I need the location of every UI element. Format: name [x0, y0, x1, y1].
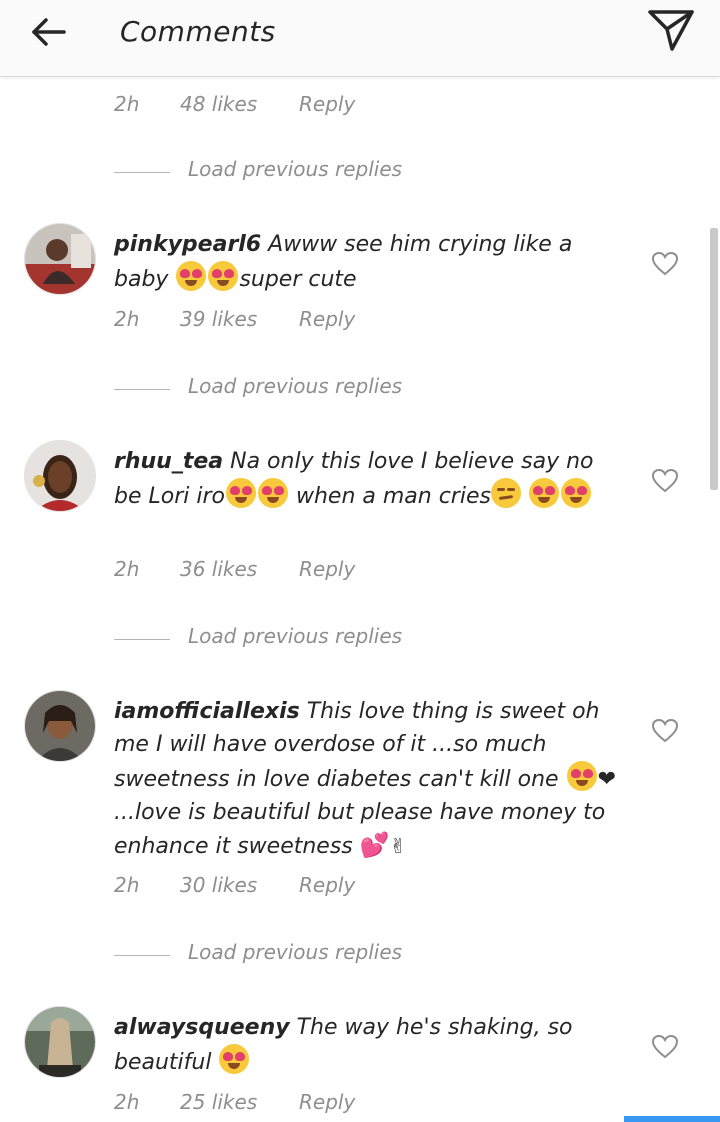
heart-eyes-emoji-icon	[257, 478, 288, 508]
comment-likes[interactable]: 36 likes	[180, 557, 257, 581]
comment-time: 2h	[114, 92, 140, 116]
comment-meta: 2h 25 likes Reply	[114, 1090, 414, 1120]
comment-likes[interactable]: 39 likes	[180, 307, 257, 331]
comment-likes[interactable]: 48 likes	[180, 92, 257, 116]
avatar[interactable]	[24, 1006, 96, 1078]
reply-button[interactable]: Reply	[299, 92, 355, 116]
heart-outline-icon	[651, 1034, 679, 1059]
comments-list: 2h 48 likes Reply Load previous replies …	[0, 77, 720, 1122]
comment-time: 2h	[114, 557, 140, 581]
reply-button[interactable]: Reply	[299, 873, 355, 897]
reply-button[interactable]: Reply	[299, 307, 355, 331]
avatar[interactable]	[24, 223, 96, 295]
heart-outline-icon	[651, 468, 679, 493]
heart-eyes-emoji-icon	[566, 761, 597, 791]
comment-meta: 2h 39 likes Reply	[114, 307, 414, 337]
load-previous-label: Load previous replies	[188, 624, 403, 648]
comment-username[interactable]: pinkypearl6	[114, 232, 261, 257]
heart-eyes-emoji-icon	[208, 261, 239, 291]
heart-outline-icon	[651, 251, 679, 276]
load-previous-replies[interactable]: Load previous replies	[114, 940, 434, 970]
comment-text: pinkypearl6 Awww see him crying like a b…	[114, 232, 573, 292]
load-previous-replies[interactable]: Load previous replies	[114, 374, 434, 404]
comment-meta: 2h 48 likes Reply	[114, 92, 414, 122]
back-button[interactable]	[26, 12, 72, 52]
bottom-accent-bar	[624, 1116, 720, 1122]
heart-eyes-emoji-icon	[560, 478, 591, 508]
top-bar: Comments	[0, 0, 720, 77]
heart-outline-icon	[651, 718, 679, 743]
scrollbar[interactable]	[710, 228, 718, 490]
comment-text: alwaysqueeny The way he's shaking, so be…	[114, 1015, 573, 1075]
comment-time: 2h	[114, 1090, 140, 1114]
load-previous-label: Load previous replies	[188, 940, 403, 964]
load-previous-replies[interactable]: Load previous replies	[114, 624, 434, 654]
like-button[interactable]	[651, 468, 679, 494]
heart-eyes-emoji-icon	[219, 1044, 250, 1074]
arrow-left-icon	[32, 18, 66, 46]
like-button[interactable]	[651, 718, 679, 744]
divider	[114, 389, 170, 390]
comment-time: 2h	[114, 873, 140, 897]
like-button[interactable]	[651, 1034, 679, 1060]
comment-likes[interactable]: 30 likes	[180, 873, 257, 897]
black-heart-icon: ❤	[597, 767, 617, 792]
unamused-emoji-icon	[490, 478, 521, 508]
comment-meta: 2h 36 likes Reply	[114, 557, 414, 587]
share-button[interactable]	[646, 7, 696, 53]
load-previous-label: Load previous replies	[188, 374, 403, 398]
comment-meta: 2h 30 likes Reply	[114, 873, 414, 903]
heart-eyes-emoji-icon	[176, 261, 207, 291]
comment-text: iamofficiallexis This love thing is swee…	[114, 695, 624, 863]
comment-username[interactable]: iamofficiallexis	[114, 699, 300, 724]
victory-hand-icon: ✌	[389, 834, 407, 858]
divider	[114, 639, 170, 640]
load-previous-label: Load previous replies	[188, 157, 403, 181]
like-button[interactable]	[651, 251, 679, 277]
reply-button[interactable]: Reply	[299, 1090, 355, 1114]
reply-button[interactable]: Reply	[299, 557, 355, 581]
comment-text: rhuu_tea Na only this love I believe say…	[114, 449, 594, 509]
load-previous-replies[interactable]: Load previous replies	[114, 157, 434, 187]
divider	[114, 955, 170, 956]
avatar[interactable]	[24, 440, 96, 512]
divider	[114, 172, 170, 173]
comment-username[interactable]: alwaysqueeny	[114, 1015, 290, 1040]
comment-username[interactable]: rhuu_tea	[114, 449, 223, 474]
comment-time: 2h	[114, 307, 140, 331]
avatar[interactable]	[24, 690, 96, 762]
page-title: Comments	[120, 15, 276, 48]
heart-eyes-emoji-icon	[528, 478, 559, 508]
heart-eyes-emoji-icon	[225, 478, 256, 508]
paper-plane-icon	[648, 10, 694, 51]
comment-likes[interactable]: 25 likes	[180, 1090, 257, 1114]
two-hearts-icon: 💕	[359, 831, 390, 859]
